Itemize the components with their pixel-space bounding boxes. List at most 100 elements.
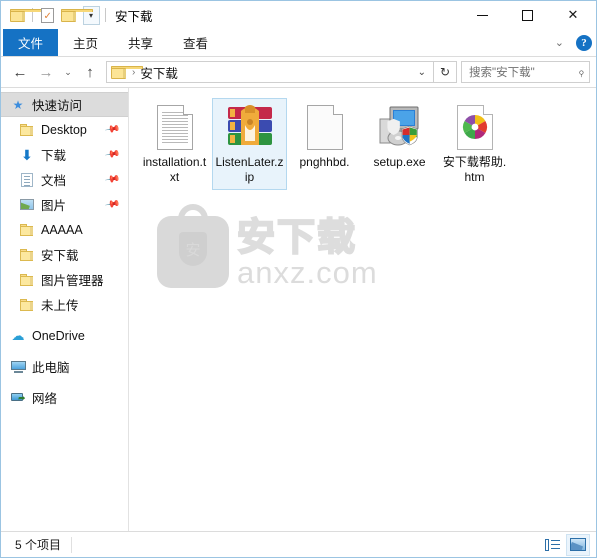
file-name: ListenLater.zip [215,155,284,184]
pin-icon[interactable]: 📌 [104,146,121,162]
qat-folder-icon[interactable] [7,4,42,26]
html-file-icon [456,102,493,152]
sidebar-item-label: 下载 [41,149,67,163]
blank-file-icon [306,102,343,152]
file-name: pnghhbd. [299,155,350,169]
new-folder-icon [61,8,93,22]
winrar-icon-svg [227,105,272,145]
pictures-icon [18,199,36,210]
folder-icon [18,223,36,236]
sidebar-item-not-uploaded[interactable]: 未上传 [1,292,128,317]
file-item-setup-exe[interactable]: setup.exe [362,98,437,190]
sidebar-item-label: 网络 [32,392,58,406]
setup-icon-svg [379,106,418,146]
address-dropdown-icon[interactable]: ⌄ [411,67,433,78]
collapse-ribbon-button[interactable]: ⌄ [551,36,568,49]
status-bar: 5 个项目 [1,531,596,557]
pin-icon[interactable]: 📌 [104,121,121,137]
qat-customize-button[interactable]: ▾ [80,4,102,26]
file-item-pnghhbd[interactable]: pnghhbd. [287,98,362,190]
address-folder-icon [111,65,143,79]
file-item-anxiazai-help-htm[interactable]: 安下载帮助.htm [437,98,512,190]
tab-file[interactable]: 文件 [3,29,59,56]
sidebar-item-label: 此电脑 [32,361,70,375]
pin-icon[interactable]: 📌 [104,171,121,187]
main-content: ★ 快速访问 Desktop 📌 ⬇ 下载 📌 文档 📌 图片 📌 AAAAA … [1,87,596,531]
address-input[interactable]: › 安下载 ⌄ ↻ [106,61,457,83]
file-grid: installation.txt ListenLater.zip pnghhbd… [129,88,596,192]
file-name: setup.exe [373,155,426,169]
text-file-icon [156,102,193,152]
details-view-icon [544,538,560,551]
up-button[interactable]: ↑ [77,59,103,85]
sidebar-item-network[interactable]: ➦ 网络 [1,385,128,410]
minimize-icon [477,14,488,16]
help-icon[interactable]: ? [576,34,592,51]
pin-icon[interactable]: 📌 [104,196,121,212]
file-list-view[interactable]: installation.txt ListenLater.zip pnghhbd… [129,88,596,531]
details-view-button[interactable] [540,534,564,556]
sidebar-item-pictures[interactable]: 图片 📌 [1,192,128,217]
folder-icon [18,273,36,286]
chrome-pinwheel-icon [462,115,487,139]
watermark-en: anxz.com [237,254,378,290]
address-bar: ← → ⌄ ↑ › 安下载 ⌄ ↻ 搜索"安下载" ⌕ [1,57,596,87]
tab-view[interactable]: 查看 [168,29,223,56]
file-name: 安下载帮助.htm [442,155,507,184]
tab-share[interactable]: 共享 [113,29,168,56]
recent-locations-button[interactable]: ⌄ [59,59,77,85]
shield-icon: 安 [179,232,207,266]
sidebar-item-onedrive[interactable]: ☁ OneDrive [1,323,128,348]
breadcrumb[interactable]: 安下载 [140,63,178,82]
this-pc-icon [9,360,27,373]
sidebar-item-label: 图片 [41,199,67,213]
setup-application-icon [376,102,424,152]
maximize-icon [522,9,533,21]
qat-new-folder-button[interactable] [58,4,93,26]
qat-divider-2 [105,8,106,22]
sidebar-item-picture-manager[interactable]: 图片管理器 [1,267,128,292]
file-item-installation-txt[interactable]: installation.txt [137,98,212,190]
watermark-cn: 安下载 [236,214,358,259]
close-icon: ✕ [567,7,579,22]
download-icon: ⬇ [21,146,33,163]
sidebar-item-label: AAAAA [41,222,83,237]
file-explorer-window: ✓ ▾ 安下载 ✕ 文件 主页 共享 查看 ⌄ ? ← → ⌄ ↑ › 安下载 … [0,0,597,558]
properties-icon: ✓ [40,7,54,23]
large-icons-view-button[interactable] [566,533,590,556]
watermark-bag-logo: 安 [157,204,229,288]
sidebar-item-quick-access[interactable]: ★ 快速访问 [1,92,128,117]
folder-icon [10,8,42,22]
sidebar-item-this-pc[interactable]: 此电脑 [1,354,128,379]
sidebar-item-aaaaa[interactable]: AAAAA [1,217,128,242]
minimize-button[interactable] [460,1,505,29]
maximize-button[interactable] [505,1,550,29]
close-button[interactable]: ✕ [550,1,596,29]
cloud-icon: ☁ [11,327,25,343]
star-icon: ★ [12,97,24,112]
search-input[interactable]: 搜索"安下载" [469,64,578,80]
network-icon: ➦ [9,392,27,404]
documents-icon [18,172,36,187]
ribbon-tab-bar: 文件 主页 共享 查看 ⌄ ? [1,29,596,56]
sidebar-item-label: Desktop [41,122,87,137]
sidebar-item-anxiazai[interactable]: 安下载 [1,242,128,267]
qat-properties-button[interactable]: ✓ [36,4,58,26]
folder-icon [18,123,36,136]
quick-access-toolbar: ✓ ▾ 安下载 [1,4,153,26]
back-button[interactable]: ← [7,59,33,85]
file-item-listenlater-zip[interactable]: ListenLater.zip [212,98,287,190]
window-controls: ✕ [460,1,596,29]
sidebar-item-documents[interactable]: 文档 📌 [1,167,128,192]
sidebar-item-downloads[interactable]: ⬇ 下载 📌 [1,142,128,167]
sidebar-item-label: OneDrive [32,328,85,343]
status-divider [71,536,73,553]
tab-home[interactable]: 主页 [58,29,113,56]
file-name: installation.txt [142,155,207,184]
sidebar-item-desktop[interactable]: Desktop 📌 [1,117,128,142]
watermark: 安 安下载 anxz.com [157,204,378,290]
search-box[interactable]: 搜索"安下载" ⌕ [461,61,590,83]
forward-button[interactable]: → [33,59,59,85]
sidebar-item-label: 文档 [41,174,67,188]
refresh-button[interactable]: ↻ [434,65,456,79]
